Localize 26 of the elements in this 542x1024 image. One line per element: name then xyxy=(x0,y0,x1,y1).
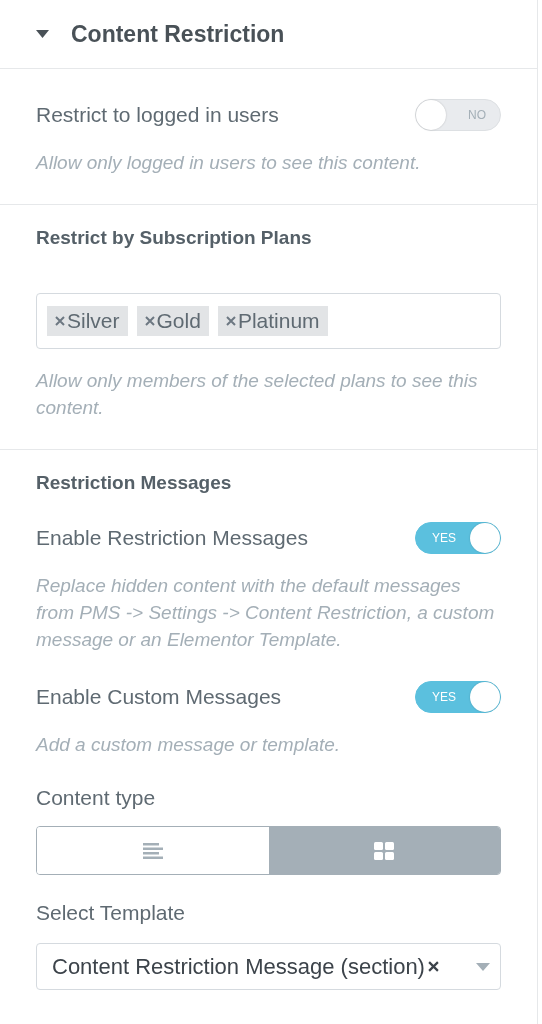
dropdown-caret-icon xyxy=(476,962,490,971)
setting-label: Enable Custom Messages xyxy=(36,685,282,709)
tag-label: Platinum xyxy=(237,309,320,333)
setting-label: Restrict to logged in users xyxy=(36,103,279,127)
help-text: Replace hidden content with the default messages from PMS -> Settings -> Content Restriction, a custom message or an Elementor Template. xyxy=(36,574,496,652)
panel-header[interactable]: Content Restriction xyxy=(0,0,537,69)
text-align-icon xyxy=(142,842,163,859)
tag-label: Gold xyxy=(156,309,201,333)
panel-title: Content Restriction xyxy=(71,20,285,48)
help-text: Add a custom message or template. xyxy=(36,733,342,757)
remove-icon[interactable] xyxy=(144,316,155,326)
template-select[interactable]: Content Restriction Message (section) xyxy=(36,943,501,990)
clear-icon[interactable] xyxy=(427,961,439,972)
grid-icon xyxy=(374,841,395,860)
setting-label: Content type xyxy=(36,786,157,810)
section-heading: Restriction Messages xyxy=(36,472,233,494)
setting-label: Select Template xyxy=(36,901,187,925)
plan-select-field[interactable]: Silver Gold Platinum xyxy=(36,293,501,349)
tag-label: Silver xyxy=(67,309,120,333)
remove-icon[interactable] xyxy=(225,316,236,326)
section-heading: Restrict by Subscription Plans xyxy=(36,227,313,249)
content-type-option[interactable] xyxy=(268,827,500,874)
remove-icon[interactable] xyxy=(55,316,65,326)
setting-label: Enable Restriction Messages xyxy=(36,526,308,550)
help-text: Allow only members of the selected plans to see this content. xyxy=(36,369,479,420)
help-text: Allow only logged in users to see this content. xyxy=(36,151,422,175)
